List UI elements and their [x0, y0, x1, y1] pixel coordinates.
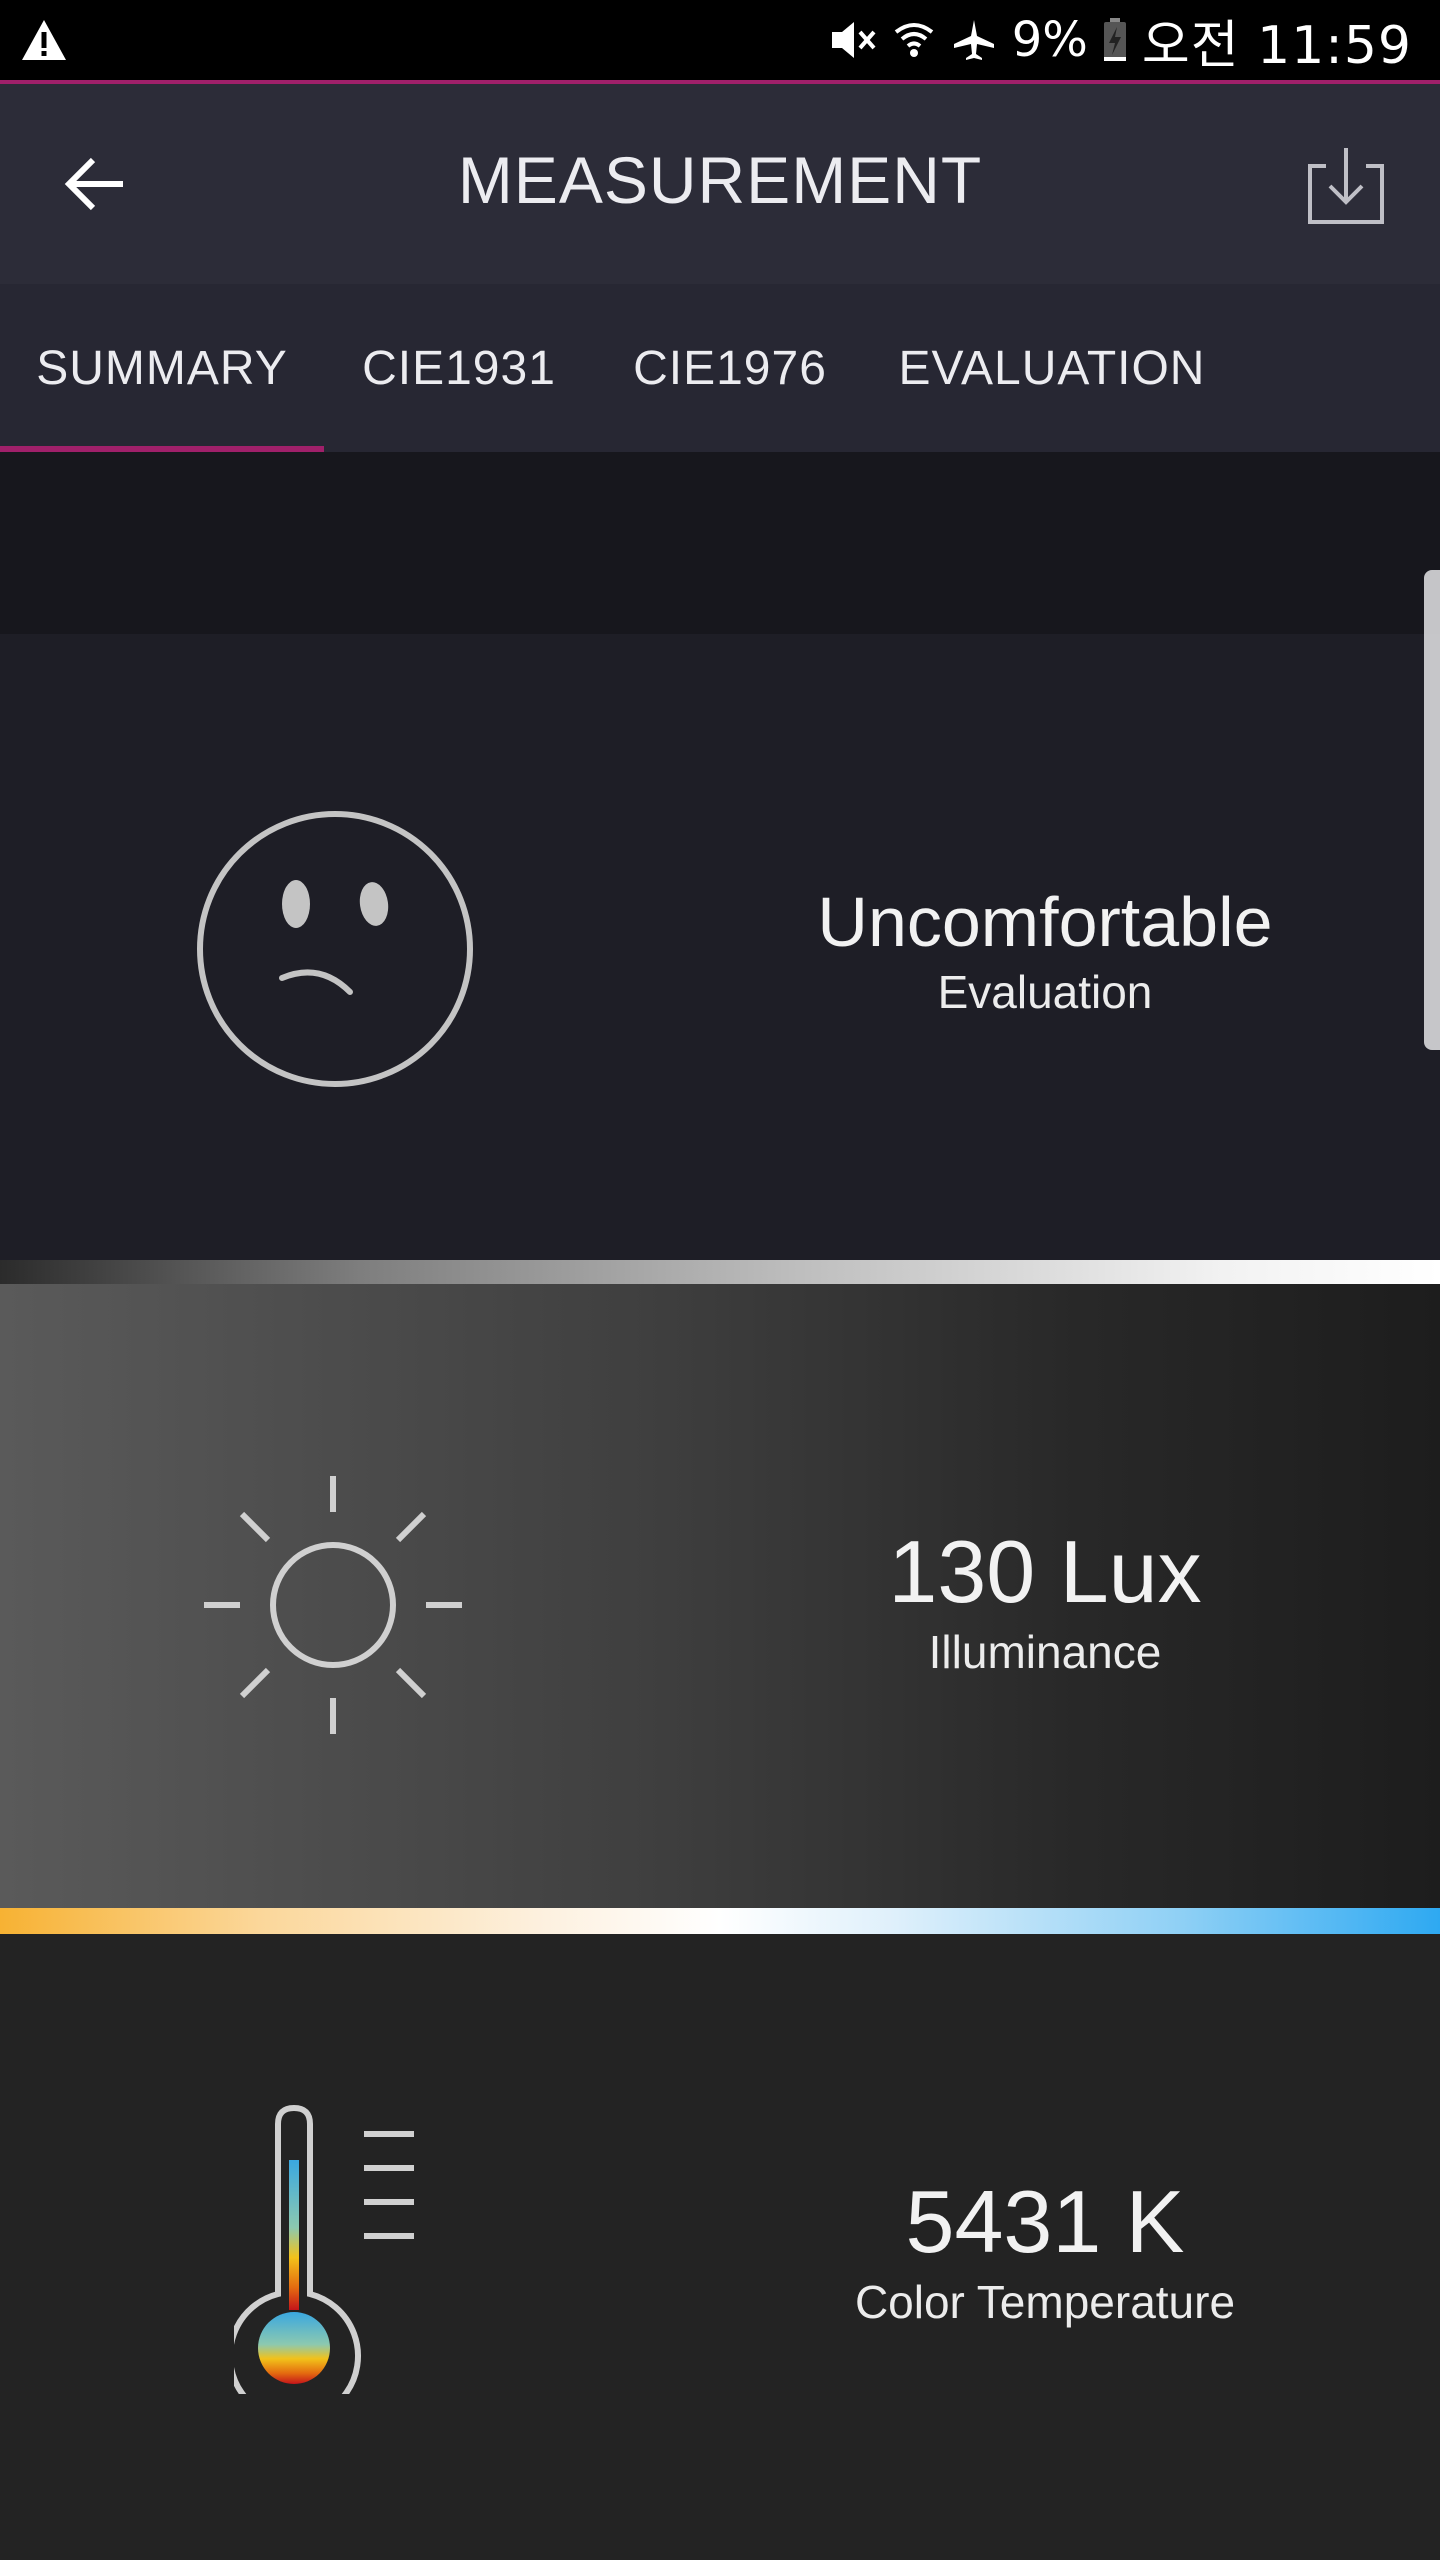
tab-summary[interactable]: SUMMARY — [0, 284, 324, 452]
evaluation-label: Evaluation — [937, 966, 1153, 1018]
tab-bar: SUMMARY CIE1931 CIE1976 EVALUATION — [0, 284, 1440, 452]
wifi-icon — [892, 18, 936, 62]
sad-face-icon — [190, 804, 480, 1094]
battery-charging-icon — [1102, 17, 1128, 63]
sun-icon — [196, 1468, 470, 1742]
illuminance-label: Illuminance — [928, 1625, 1162, 1678]
color-temperature-card: 5431 K Color Temperature — [0, 1934, 1440, 2560]
evaluation-text: Uncomfortable Evaluation — [690, 884, 1400, 1020]
tab-cie1976[interactable]: CIE1976 — [594, 284, 866, 452]
evaluation-card: Uncomfortable Evaluation — [0, 634, 1440, 1260]
color-temperature-label: Color Temperature — [854, 2275, 1236, 2328]
tab-cie1931[interactable]: CIE1931 — [324, 284, 594, 452]
warning-icon — [20, 18, 68, 62]
download-button[interactable] — [1304, 144, 1388, 228]
illuminance-text: 130 Lux Illuminance — [690, 1522, 1400, 1680]
app-bar: MEASUREMENT — [0, 84, 1440, 284]
color-temperature-value: 5431 K — [905, 2172, 1185, 2271]
clock-time: 오전 11:59 — [1141, 15, 1412, 76]
thermometer-icon — [234, 2104, 424, 2394]
illuminance-gradient-strip — [0, 1260, 1440, 1284]
color-temperature-gradient-strip — [0, 1908, 1440, 1934]
mute-icon — [828, 18, 878, 62]
tab-evaluation[interactable]: EVALUATION — [866, 284, 1238, 452]
illuminance-value: 130 Lux — [888, 1522, 1202, 1621]
color-temperature-text: 5431 K Color Temperature — [690, 2172, 1400, 2330]
status-bar: 9% 오전 11:59 — [0, 0, 1440, 84]
battery-percent: 9% — [1011, 12, 1088, 68]
download-icon — [1304, 148, 1388, 232]
page-title: MEASUREMENT — [457, 143, 983, 217]
illuminance-card: 130 Lux Illuminance — [0, 1284, 1440, 1908]
evaluation-value: Uncomfortable — [817, 883, 1273, 961]
scrollbar-thumb[interactable] — [1424, 570, 1440, 1050]
content-top-band — [0, 452, 1440, 634]
airplane-icon — [950, 18, 998, 62]
